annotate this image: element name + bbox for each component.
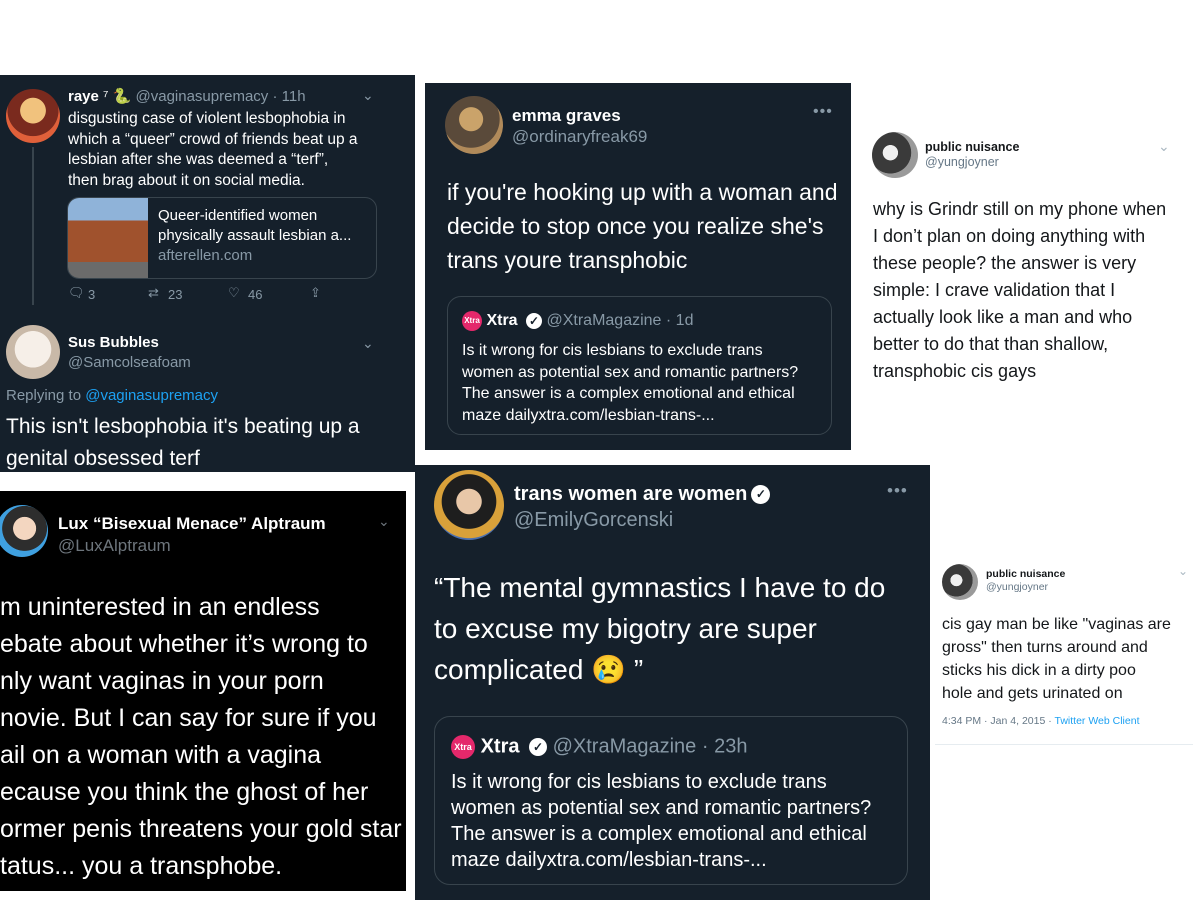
display-name[interactable]: public nuisance	[986, 568, 1065, 581]
link-card[interactable]: Queer-identified women physically assaul…	[67, 197, 377, 279]
display-name[interactable]: Xtra	[481, 735, 520, 757]
name-emoji: ⁷ 🐍	[103, 88, 132, 105]
xtra-logo: Xtra	[451, 735, 475, 759]
display-name[interactable]: Lux “Bisexual Menace” Alptraum	[58, 513, 326, 535]
handle[interactable]: @LuxAlptraum	[58, 535, 326, 557]
quoted-tweet[interactable]: Xtra Xtra ✓ @XtraMagazine · 23h Is it wr…	[434, 716, 908, 885]
like-count: 46	[248, 287, 263, 302]
tweet-trans-women-are-women: trans women are women ✓ @EmilyGorcenski •…	[415, 465, 930, 900]
link-card-domain: afterellen.com	[158, 247, 253, 264]
tweet-lux-alptraum: Lux “Bisexual Menace” Alptraum @LuxAlptr…	[0, 491, 406, 891]
xtra-logo: Xtra	[462, 311, 482, 331]
chevron-down-icon[interactable]: ⌄	[1178, 564, 1188, 578]
tweet-text: “The mental gymnastics I have to do to e…	[434, 572, 886, 685]
handle[interactable]: @yungjoyner	[986, 581, 1065, 594]
share-icon[interactable]: ⇪	[310, 285, 321, 301]
chevron-down-icon[interactable]: ⌄	[378, 513, 390, 530]
avatar[interactable]	[0, 505, 48, 557]
tweet-public-nuisance-2: public nuisance @yungjoyner ⌄ cis gay ma…	[935, 555, 1193, 745]
handle[interactable]: @EmilyGorcenski	[514, 507, 770, 533]
verified-badge-icon: ✓	[526, 313, 543, 329]
more-icon[interactable]: •••	[813, 103, 833, 121]
tweet-text: disgusting case of violent lesbophobia i…	[68, 110, 358, 189]
reply-icon[interactable]: 🗨	[68, 285, 85, 301]
tweet-text: m uninterested in an endless ebate about…	[0, 593, 402, 880]
tweet-public-nuisance-1: public nuisance @yungjoyner ⌄ why is Gri…	[862, 120, 1192, 390]
tweet-text: cis gay man be like "vaginas are gross" …	[942, 616, 1171, 702]
retweet-icon[interactable]: ⇄	[148, 285, 159, 301]
quoted-text: Is it wrong for cis lesbians to exclude …	[451, 771, 872, 871]
handle[interactable]: @vaginasupremacy · 11h	[136, 88, 306, 105]
quoted-tweet[interactable]: Xtra Xtra ✓ @XtraMagazine · 1d Is it wro…	[447, 296, 832, 435]
avatar[interactable]	[872, 132, 918, 178]
chevron-down-icon[interactable]: ⌄	[362, 335, 374, 352]
tweet-text: if you're hooking up with a woman and de…	[447, 179, 838, 273]
tweet-meta: 4:34 PM · Jan 4, 2015 · Twitter Web Clie…	[942, 715, 1140, 727]
chevron-down-icon[interactable]: ⌄	[362, 87, 374, 104]
action-bar: 🗨 3 ⇄ 23 ♡ 46 ⇪	[68, 285, 338, 305]
tweet-text: This isn't lesbophobia it's beating up a…	[6, 415, 360, 470]
tweet-text: why is Grindr still on my phone when I d…	[873, 199, 1167, 381]
handle[interactable]: @XtraMagazine · 1d	[546, 312, 693, 329]
link-card-image	[68, 198, 148, 278]
timestamp[interactable]: 4:34 PM · Jan 4, 2015	[942, 715, 1045, 727]
chevron-down-icon[interactable]: ⌄	[1158, 138, 1170, 155]
avatar[interactable]	[445, 96, 503, 154]
retweet-count: 23	[168, 287, 183, 302]
link-card-title: Queer-identified women	[158, 207, 318, 224]
replying-to: Replying to @vaginasupremacy	[6, 387, 219, 404]
display-name[interactable]: raye	[68, 88, 99, 105]
reply-count: 3	[88, 287, 96, 302]
display-name[interactable]: emma graves	[512, 105, 647, 126]
quoted-text: Is it wrong for cis lesbians to exclude …	[462, 342, 799, 424]
verified-badge-icon: ✓	[751, 485, 771, 505]
handle[interactable]: @Samcolseafoam	[68, 353, 191, 373]
like-icon[interactable]: ♡	[228, 285, 240, 301]
more-icon[interactable]: •••	[887, 481, 908, 501]
display-name[interactable]: Xtra	[486, 312, 517, 329]
tweet-emma-graves: emma graves @ordinaryfreak69 ••• if you'…	[425, 83, 851, 450]
avatar[interactable]	[942, 564, 978, 600]
replying-to-link[interactable]: @vaginasupremacy	[85, 387, 218, 404]
thread-line	[32, 147, 34, 305]
handle[interactable]: @XtraMagazine · 23h	[553, 735, 748, 757]
verified-badge-icon: ✓	[529, 738, 548, 756]
handle[interactable]: @yungjoyner	[925, 155, 1019, 170]
avatar[interactable]	[434, 470, 504, 540]
avatar[interactable]	[6, 325, 60, 379]
display-name[interactable]: public nuisance	[925, 140, 1019, 155]
tweet-thread-raye: raye ⁷ 🐍 @vaginasupremacy · 11h ⌄ disgus…	[0, 75, 415, 472]
client-link[interactable]: Twitter Web Client	[1054, 715, 1139, 727]
avatar[interactable]	[6, 89, 60, 143]
display-name[interactable]: trans women are women	[514, 483, 747, 505]
display-name[interactable]: Sus Bubbles	[68, 333, 191, 353]
handle[interactable]: @ordinaryfreak69	[512, 126, 647, 147]
